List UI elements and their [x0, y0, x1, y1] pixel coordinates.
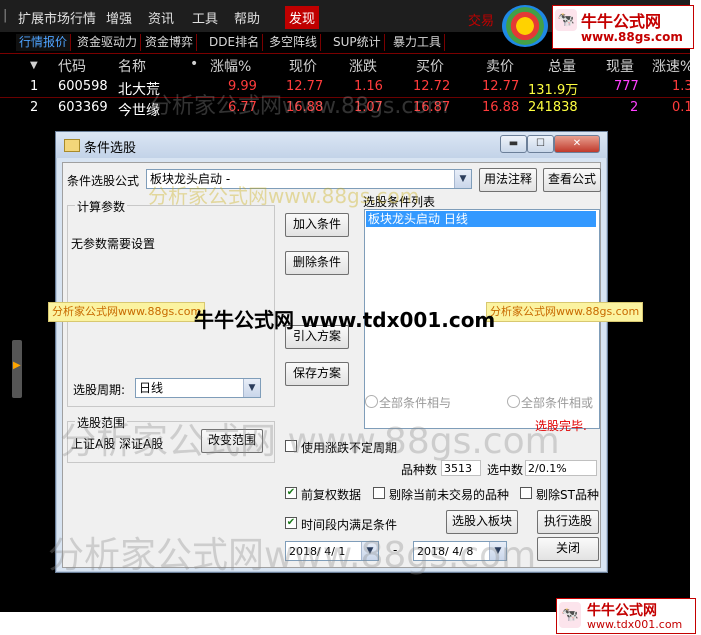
col-speed[interactable]: 涨速%: [652, 56, 690, 76]
watermark-ghost-row: 分析家公式网www.88gs.com: [150, 94, 449, 119]
usage-notes-button[interactable]: 用法注释: [479, 168, 537, 192]
delete-condition-button[interactable]: 删除条件: [285, 251, 349, 275]
exclude-untraded-label: 剔除当前未交易的品种: [389, 488, 510, 502]
watermark-ghost-top: 分析家公式网www.88gs.com: [148, 184, 420, 208]
watermark-ghost-mid: 分析家公式网 www.88gs.com: [60, 421, 560, 462]
col-change[interactable]: 涨跌: [349, 56, 377, 76]
pre-rights-label: 前复权数据: [301, 488, 362, 502]
logo-url: www.88gs.com: [581, 30, 683, 44]
dialog-title: 条件选股: [84, 141, 137, 156]
arrow-right-icon: ▶: [13, 360, 21, 371]
chevron-down-icon: ▼: [243, 379, 260, 397]
volume: 241838: [528, 100, 578, 115]
close-window-button[interactable]: ✕: [554, 135, 600, 153]
col-change-pct[interactable]: 涨幅%: [210, 56, 251, 76]
dialog-body: 条件选股公式 板块龙头启动 - ▼ 用法注释 查看公式 计算参数 无参数需要设置…: [62, 162, 601, 568]
minimize-button[interactable]: ▬: [500, 135, 527, 153]
run-selection-button[interactable]: 执行选股: [537, 510, 599, 534]
pre-rights-checkbox[interactable]: ✔: [285, 487, 297, 499]
watermark-banner-right: 分析家公式网www.88gs.com: [486, 302, 644, 322]
sort-arrow-icon[interactable]: ▼: [30, 60, 38, 71]
col-current-volume[interactable]: 现量: [606, 56, 634, 76]
current-volume: 2: [630, 100, 639, 115]
list-item[interactable]: 板块龙头启动 日线: [366, 211, 596, 227]
logo-plate: 🐄 牛牛公式网 www.88gs.com: [552, 5, 694, 49]
period-select-value: 日线: [139, 381, 164, 395]
formula-label: 条件选股公式: [67, 174, 140, 188]
ask: 16.88: [482, 100, 520, 115]
col-name[interactable]: 名称: [118, 56, 146, 76]
flower-logo-icon: [502, 5, 548, 47]
radio-and-label: 全部条件相与: [379, 396, 452, 410]
add-condition-button[interactable]: 加入条件: [285, 213, 349, 237]
stock-code: 603369: [58, 100, 108, 115]
dialog-title-bar[interactable]: 条件选股 ▬ ☐ ✕: [56, 132, 607, 158]
watermark-logo-top: 🐄 牛牛公式网 www.88gs.com: [500, 3, 694, 50]
chevron-down-icon: ▼: [454, 170, 471, 188]
radio-or[interactable]: [507, 395, 520, 408]
col-volume[interactable]: 总量: [548, 56, 576, 76]
col-dot: •: [190, 56, 199, 72]
col-code[interactable]: 代码: [58, 56, 86, 76]
speed: 0.1: [672, 100, 690, 115]
maximize-button[interactable]: ☐: [527, 135, 554, 153]
row-index: 2: [30, 100, 39, 115]
exclude-untraded-checkbox[interactable]: [373, 487, 385, 499]
period-label: 选股周期:: [73, 383, 126, 397]
cow-icon: 🐄: [555, 9, 577, 31]
watermark-ghost-bottom: 分析家公式网www.88gs.com: [48, 535, 537, 576]
exclude-st-checkbox[interactable]: [520, 487, 532, 499]
watermark-center-text: 牛牛公式网 www.tdx001.com: [194, 308, 496, 332]
current-volume: 777: [614, 79, 639, 94]
logo-bottom-name: 牛牛公式网: [587, 603, 657, 619]
logo-name: 牛牛公式网: [581, 12, 662, 31]
col-price[interactable]: 现价: [289, 56, 317, 76]
radio-or-label: 全部条件相或: [521, 396, 594, 410]
view-formula-button[interactable]: 查看公式: [543, 168, 601, 192]
ask: 12.77: [482, 79, 520, 94]
calc-params-title: 计算参数: [75, 198, 128, 215]
cow-icon: 🐄: [559, 602, 581, 628]
no-params-text: 无参数需要设置: [71, 237, 156, 251]
watermark-banner-left: 分析家公式网www.88gs.com: [48, 302, 206, 322]
dialog-app-icon: [64, 139, 80, 152]
stock-code: 600598: [58, 79, 108, 94]
speed: 1.3: [672, 79, 690, 94]
radio-and[interactable]: [365, 395, 378, 408]
col-ask[interactable]: 卖价: [486, 56, 514, 76]
period-select[interactable]: 日线 ▼: [135, 378, 261, 398]
row-index: 1: [30, 79, 39, 94]
watermark-logo-bottom: 🐄 牛牛公式网 www.tdx001.com: [556, 598, 696, 634]
logo-bottom-url: www.tdx001.com: [587, 618, 683, 631]
volume: 131.9万: [528, 83, 579, 98]
col-bid[interactable]: 买价: [416, 56, 444, 76]
exclude-st-label: 剔除ST品种: [536, 488, 599, 502]
save-plan-button[interactable]: 保存方案: [285, 362, 349, 386]
side-panel-handle[interactable]: ▶: [12, 340, 22, 398]
close-button[interactable]: 关闭: [537, 537, 599, 561]
